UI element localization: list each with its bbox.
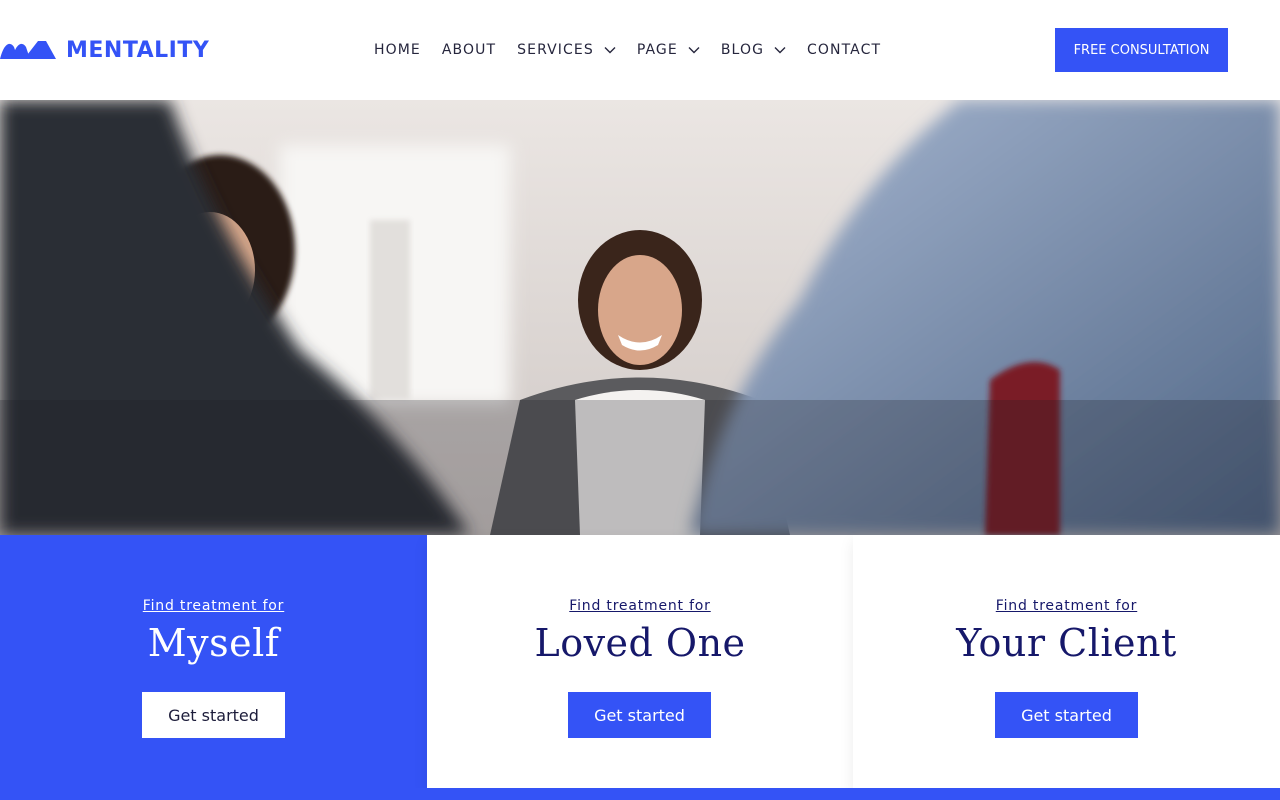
nav-item-label: CONTACT	[807, 42, 882, 58]
nav-item-page[interactable]: PAGE	[637, 42, 700, 58]
get-started-button[interactable]: Get started	[142, 692, 285, 738]
nav-item-contact[interactable]: CONTACT	[807, 42, 881, 58]
nav-item-about[interactable]: ABOUT	[442, 42, 496, 58]
card-title: Loved One	[534, 621, 746, 665]
card-title: Your Client	[956, 621, 1177, 665]
get-started-button[interactable]: Get started	[568, 692, 711, 738]
free-consultation-button[interactable]: FREE CONSULTATION	[1055, 28, 1228, 72]
find-treatment-link[interactable]: Find treatment for	[853, 598, 1280, 614]
main-nav: HOME ABOUT SERVICES PAGE BLOG CONTACT	[374, 38, 902, 62]
nav-item-home[interactable]: HOME	[374, 42, 421, 58]
nav-item-services[interactable]: SERVICES	[517, 42, 616, 58]
treatment-card-your-client: Find treatment for Your Client Get start…	[853, 535, 1280, 788]
treatment-card-myself: Find treatment for Myself Get started	[0, 535, 427, 798]
chevron-down-icon	[774, 47, 786, 54]
find-treatment-link[interactable]: Find treatment for	[427, 598, 853, 614]
treatment-card-loved-one: Find treatment for Loved One Get started	[427, 535, 853, 788]
chevron-down-icon	[604, 47, 616, 54]
nav-item-label: PAGE	[636, 42, 678, 58]
site-header: MENTALITY HOME ABOUT SERVICES PAGE BLOG …	[0, 0, 1280, 100]
section-divider	[0, 788, 1280, 800]
get-started-button[interactable]: Get started	[995, 692, 1138, 738]
nav-item-label: ABOUT	[441, 42, 497, 58]
brand-logo[interactable]: MENTALITY	[0, 34, 209, 66]
find-treatment-link[interactable]: Find treatment for	[0, 598, 427, 614]
brand-name: MENTALITY	[66, 37, 210, 63]
nav-item-label: SERVICES	[517, 42, 594, 58]
hero-photo-illustration	[0, 100, 1280, 535]
hero-photo	[0, 100, 1280, 535]
treatment-cards: Find treatment for Myself Get started Fi…	[0, 535, 1280, 800]
card-title: Myself	[147, 621, 280, 665]
mountain-waves-logo-icon	[0, 41, 56, 59]
nav-item-label: HOME	[374, 42, 421, 58]
nav-item-blog[interactable]: BLOG	[721, 42, 786, 58]
nav-item-label: BLOG	[720, 42, 765, 58]
chevron-down-icon	[688, 47, 700, 54]
